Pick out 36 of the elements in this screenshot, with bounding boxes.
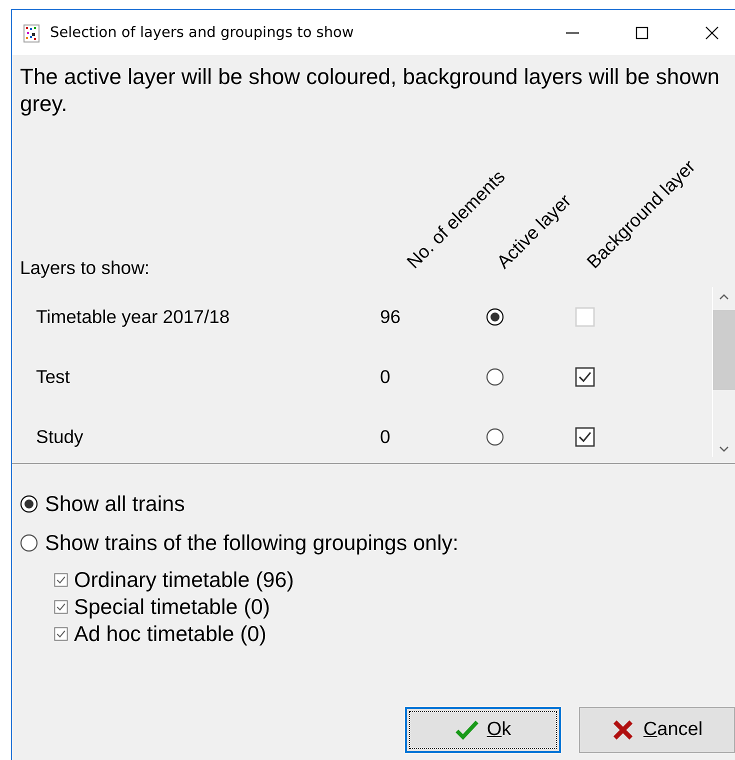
grouping-label[interactable]: Ordinary timetable (96) xyxy=(74,568,294,590)
minimize-icon xyxy=(566,32,578,34)
layer-name: Test xyxy=(36,366,71,388)
radio-button[interactable] xyxy=(20,534,38,552)
radio-button[interactable] xyxy=(20,494,38,512)
maximize-icon xyxy=(635,26,649,40)
checkbox[interactable] xyxy=(575,427,595,447)
option-label[interactable]: Show all trains xyxy=(45,492,185,514)
grouping-label[interactable]: Special timetable (0) xyxy=(74,596,270,618)
checkmark-icon xyxy=(454,719,479,741)
element-count: 0 xyxy=(380,426,392,448)
layer-name: Timetable year 2017/18 xyxy=(36,306,231,328)
window-title: Selection of layers and groupings to show xyxy=(50,24,354,40)
checkbox[interactable] xyxy=(54,572,68,586)
grouping-label[interactable]: Ad hoc timetable (0) xyxy=(74,622,266,644)
option-label[interactable]: Show trains of the following groupings only: xyxy=(45,532,459,554)
radio-button[interactable] xyxy=(486,368,504,386)
cross-icon xyxy=(611,719,636,741)
checkbox[interactable] xyxy=(54,626,68,640)
section-label: Layers to show: xyxy=(19,257,151,279)
radio-button[interactable] xyxy=(486,308,504,326)
checkbox[interactable] xyxy=(575,367,595,387)
element-count: 96 xyxy=(380,306,402,328)
scroll-up-icon[interactable] xyxy=(719,293,729,300)
scroll-thumb[interactable] xyxy=(713,310,735,390)
cancel-button[interactable]: Cancel xyxy=(579,707,735,753)
radio-button[interactable] xyxy=(486,428,504,446)
scroll-down-icon[interactable] xyxy=(719,446,729,453)
checkbox[interactable] xyxy=(54,600,68,614)
scrollbar[interactable] xyxy=(712,287,735,457)
element-count: 0 xyxy=(380,366,392,388)
ok-button[interactable]: Ok xyxy=(405,707,561,753)
description-text: The active layer will be show coloured, background layers will be shown grey. xyxy=(19,63,720,117)
app-icon xyxy=(22,22,42,42)
layer-name: Study xyxy=(36,426,84,448)
close-icon xyxy=(705,26,719,40)
